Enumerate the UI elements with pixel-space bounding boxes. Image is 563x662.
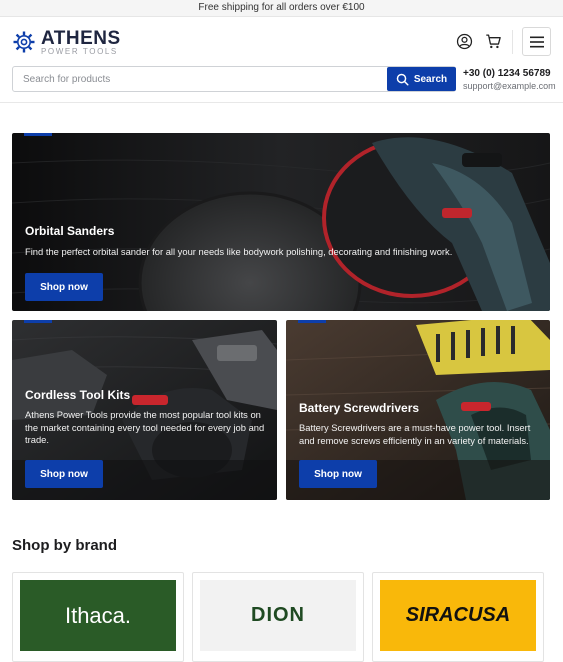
header-divider xyxy=(512,30,513,54)
account-button[interactable] xyxy=(453,30,475,52)
banner-accent xyxy=(24,320,52,323)
shop-now-button[interactable]: Shop now xyxy=(299,460,377,488)
email-link[interactable]: support@example.com xyxy=(463,81,563,92)
logo-name: ATHENS xyxy=(41,27,121,49)
search-icon xyxy=(396,73,409,86)
brand-name: Ithaca. xyxy=(64,602,132,628)
brand-card-ithaca[interactable]: Ithaca. xyxy=(12,572,184,662)
banner-cordless-tool-kits[interactable]: Cordless Tool Kits Athens Power Tools pr… xyxy=(12,320,277,500)
banner-title: Orbital Sanders xyxy=(25,224,115,238)
shop-now-button[interactable]: Shop now xyxy=(25,273,103,301)
search-button[interactable]: Search xyxy=(387,67,456,91)
banner-description: Find the perfect orbital sander for all … xyxy=(25,246,453,257)
gear-logo-icon xyxy=(13,31,35,53)
hamburger-menu-icon xyxy=(529,36,544,47)
contact-info: +30 (0) 1234 56789 support@example.com xyxy=(463,67,563,92)
search-button-label: Search xyxy=(413,73,448,85)
brand-card-siracusa[interactable]: SIRACUSA xyxy=(372,572,544,662)
brand-card-dion[interactable]: DION xyxy=(192,572,364,662)
banner-battery-screwdrivers[interactable]: Battery Screwdrivers Battery Screwdriver… xyxy=(286,320,550,500)
banner-accent xyxy=(24,133,52,136)
search-bar: Search xyxy=(12,66,456,92)
search-input[interactable] xyxy=(13,67,385,91)
cart-button[interactable] xyxy=(482,30,504,52)
announcement-text: Free shipping for all orders over €100 xyxy=(198,2,365,13)
shop-now-button[interactable]: Shop now xyxy=(25,460,103,488)
banner-title: Cordless Tool Kits xyxy=(25,388,131,402)
banner-title: Battery Screwdrivers xyxy=(299,401,420,415)
brand-logo-ithaca: Ithaca. xyxy=(20,580,176,651)
menu-button[interactable] xyxy=(522,27,551,56)
banner-description: Battery Screwdrivers are a must-have pow… xyxy=(299,422,531,446)
logo-subtitle: POWER TOOLS xyxy=(41,46,118,56)
phone-link[interactable]: +30 (0) 1234 56789 xyxy=(463,67,563,81)
banner-orbital-sanders[interactable]: Orbital Sanders Find the perfect orbital… xyxy=(12,133,550,311)
brand-name: SIRACUSA xyxy=(405,604,511,626)
site-logo[interactable]: ATHENS POWER TOOLS xyxy=(12,27,121,56)
banner-description: Athens Power Tools provide the most popu… xyxy=(25,409,265,445)
header-divider-line xyxy=(0,102,563,103)
brand-logo-siracusa: SIRACUSA xyxy=(380,580,536,651)
cart-icon xyxy=(485,33,501,48)
user-circle-icon xyxy=(456,33,472,49)
banner-accent xyxy=(298,320,326,323)
brand-name: DION xyxy=(251,604,305,626)
announcement-bar: Free shipping for all orders over €100 xyxy=(0,0,563,17)
brand-logo-dion: DION xyxy=(200,580,356,651)
shop-by-brand-heading: Shop by brand xyxy=(12,537,117,554)
